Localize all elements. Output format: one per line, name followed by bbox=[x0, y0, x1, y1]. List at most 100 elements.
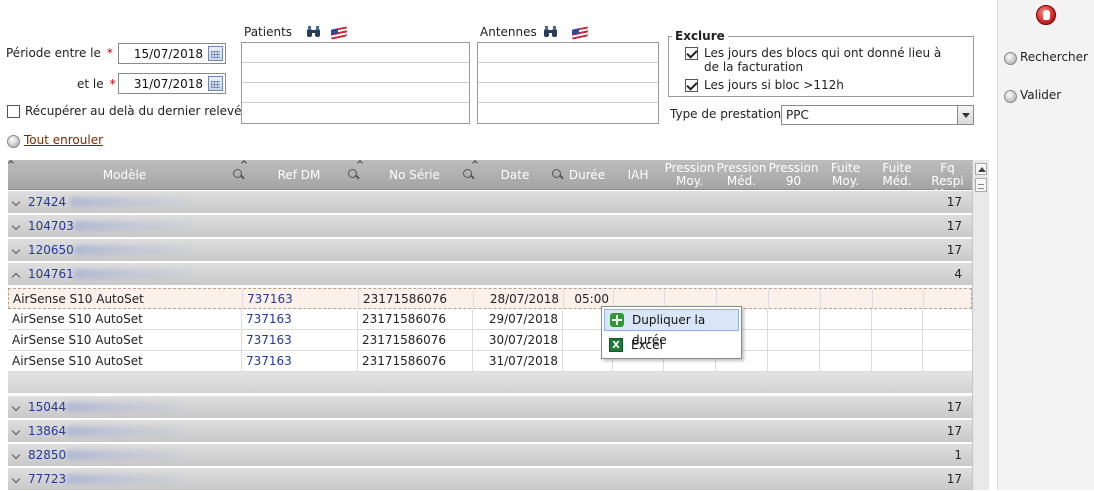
menu-item-label: Excel bbox=[631, 338, 663, 352]
group-id: 82850 bbox=[28, 448, 67, 462]
chevron-down-icon[interactable] bbox=[11, 426, 21, 436]
blurred-patient-name bbox=[74, 221, 194, 231]
col-iah[interactable]: IAH bbox=[613, 160, 663, 190]
recover-checkbox[interactable] bbox=[7, 105, 20, 118]
chevron-down-icon[interactable] bbox=[11, 450, 21, 460]
collapse-all-link[interactable]: Tout enrouler bbox=[24, 133, 103, 147]
chevron-down-icon[interactable] bbox=[11, 402, 21, 412]
scroll-thumb[interactable] bbox=[975, 178, 987, 192]
patients-list[interactable] bbox=[241, 42, 470, 124]
group-row[interactable]: 15044 17 bbox=[8, 396, 972, 419]
calendar-icon[interactable] bbox=[208, 46, 223, 61]
chevron-down-icon[interactable] bbox=[11, 221, 21, 231]
cell-date: 28/07/2018 bbox=[474, 289, 564, 309]
group-row[interactable]: 104703 17 bbox=[8, 215, 972, 238]
group-row[interactable]: 27424 17 bbox=[8, 191, 972, 214]
calendar-icon[interactable] bbox=[208, 76, 223, 91]
table-row[interactable]: AirSense S10 AutoSet 737163 23171586076 … bbox=[8, 330, 972, 351]
chevron-down-icon[interactable] bbox=[957, 106, 973, 124]
col-pressure-90[interactable]: Pression 90 bbox=[768, 160, 819, 190]
scroll-up-icon[interactable] bbox=[975, 163, 987, 175]
col-model[interactable]: Modèle bbox=[8, 160, 241, 190]
group-row[interactable]: 13864 17 bbox=[8, 420, 972, 443]
col-ref-dm[interactable]: Ref DM bbox=[242, 160, 356, 190]
chevron-up-icon[interactable] bbox=[11, 272, 21, 282]
validate-button-icon[interactable] bbox=[1004, 90, 1017, 103]
group-row[interactable]: 120650 17 bbox=[8, 239, 972, 262]
group-count: 4 bbox=[954, 267, 962, 281]
blurred-patient-name bbox=[66, 402, 186, 412]
cell-model: AirSense S10 AutoSet bbox=[8, 330, 242, 350]
exclude-block-checkbox[interactable] bbox=[685, 79, 698, 92]
action-panel: Rechercher Valider bbox=[997, 0, 1094, 490]
date-from-field[interactable]: 15/07/2018 bbox=[118, 43, 226, 64]
cell-pressure-90 bbox=[768, 330, 820, 350]
blurred-patient-name bbox=[74, 245, 194, 255]
vertical-scrollbar[interactable] bbox=[972, 160, 989, 490]
chevron-down-icon[interactable] bbox=[11, 197, 21, 207]
table-row[interactable]: AirSense S10 AutoSet 737163 23171586076 … bbox=[8, 288, 972, 309]
table-row[interactable]: AirSense S10 AutoSet 737163 23171586076 … bbox=[8, 351, 972, 372]
eraser-icon[interactable] bbox=[331, 26, 347, 40]
eraser-icon[interactable] bbox=[572, 26, 588, 40]
binoculars-icon[interactable] bbox=[306, 26, 322, 38]
cell-pressure-90 bbox=[769, 289, 821, 309]
col-leak-avg[interactable]: Fuite Moy. bbox=[820, 160, 871, 190]
date-to-field[interactable]: 31/07/2018 bbox=[118, 73, 226, 94]
cell-leak-med bbox=[872, 309, 923, 329]
chevron-down-icon[interactable] bbox=[11, 245, 21, 255]
cell-date: 29/07/2018 bbox=[473, 309, 563, 329]
search-icon[interactable] bbox=[233, 169, 242, 178]
context-menu: Dupliquer la durée X Excel bbox=[601, 306, 742, 359]
grid-header: Modèle Ref DM No Série Date Durée IAH Pr… bbox=[8, 160, 972, 190]
cell-leak-med bbox=[873, 289, 924, 309]
search-icon[interactable] bbox=[552, 169, 561, 178]
group-id: 120650 bbox=[28, 243, 74, 257]
search-button-icon[interactable] bbox=[1004, 52, 1017, 65]
cell-serial: 23171586076 bbox=[358, 309, 473, 329]
col-serial[interactable]: No Série bbox=[358, 160, 471, 190]
group-count: 17 bbox=[946, 472, 962, 486]
col-duration[interactable]: Durée bbox=[563, 160, 611, 190]
antennas-list[interactable] bbox=[477, 42, 659, 124]
date-to-value: 31/07/2018 bbox=[133, 77, 203, 91]
col-leak-med[interactable]: Fuite Méd. bbox=[872, 160, 922, 190]
cell-ref: 737163 bbox=[242, 330, 358, 350]
col-pressure-med[interactable]: Pression Méd. bbox=[716, 160, 767, 190]
group-id: 104703 bbox=[28, 219, 74, 233]
cell-date: 31/07/2018 bbox=[473, 351, 563, 371]
chevron-down-icon[interactable] bbox=[11, 474, 21, 484]
cell-ref: 737163 bbox=[243, 289, 359, 309]
cell-date: 30/07/2018 bbox=[473, 330, 563, 350]
blurred-patient-name bbox=[74, 269, 194, 279]
service-type-select[interactable]: PPC bbox=[781, 105, 974, 125]
group-count: 17 bbox=[946, 195, 962, 209]
group-row-expanded[interactable]: 104761 4 bbox=[8, 263, 972, 286]
menu-item-duplicate-duration[interactable]: Dupliquer la durée bbox=[604, 309, 739, 347]
collapse-all-icon[interactable] bbox=[7, 135, 20, 148]
group-id: 15044 bbox=[28, 400, 67, 414]
group-id: 27424 bbox=[28, 195, 67, 209]
cell-serial: 23171586076 bbox=[359, 289, 474, 309]
exclude-billed-checkbox[interactable] bbox=[685, 47, 698, 60]
table-row[interactable]: AirSense S10 AutoSet 737163 23171586076 … bbox=[8, 309, 972, 330]
search-icon[interactable] bbox=[463, 169, 472, 178]
col-pressure-avg[interactable]: Pression Moy. bbox=[664, 160, 715, 190]
validate-button[interactable]: Valider bbox=[1020, 88, 1061, 102]
col-date[interactable]: Date bbox=[473, 160, 557, 190]
group-count: 17 bbox=[946, 219, 962, 233]
cell-model: AirSense S10 AutoSet bbox=[9, 289, 243, 309]
date-from-value: 15/07/2018 bbox=[133, 47, 203, 61]
period-label: Période entre le * bbox=[6, 46, 113, 60]
group-row[interactable]: 77723 17 bbox=[8, 468, 972, 491]
col-freq-resp[interactable]: Fq Respi Moy. bbox=[923, 160, 972, 191]
search-icon[interactable] bbox=[348, 169, 357, 178]
search-button[interactable]: Rechercher bbox=[1020, 50, 1088, 64]
menu-item-excel[interactable]: X Excel bbox=[604, 334, 739, 356]
group-row[interactable]: 82850 1 bbox=[8, 444, 972, 467]
service-type-label: Type de prestation bbox=[670, 107, 781, 121]
blurred-patient-name bbox=[66, 426, 186, 436]
cell-pressure-90 bbox=[768, 309, 820, 329]
stop-hand-icon[interactable] bbox=[1036, 5, 1056, 25]
binoculars-icon[interactable] bbox=[543, 26, 559, 38]
